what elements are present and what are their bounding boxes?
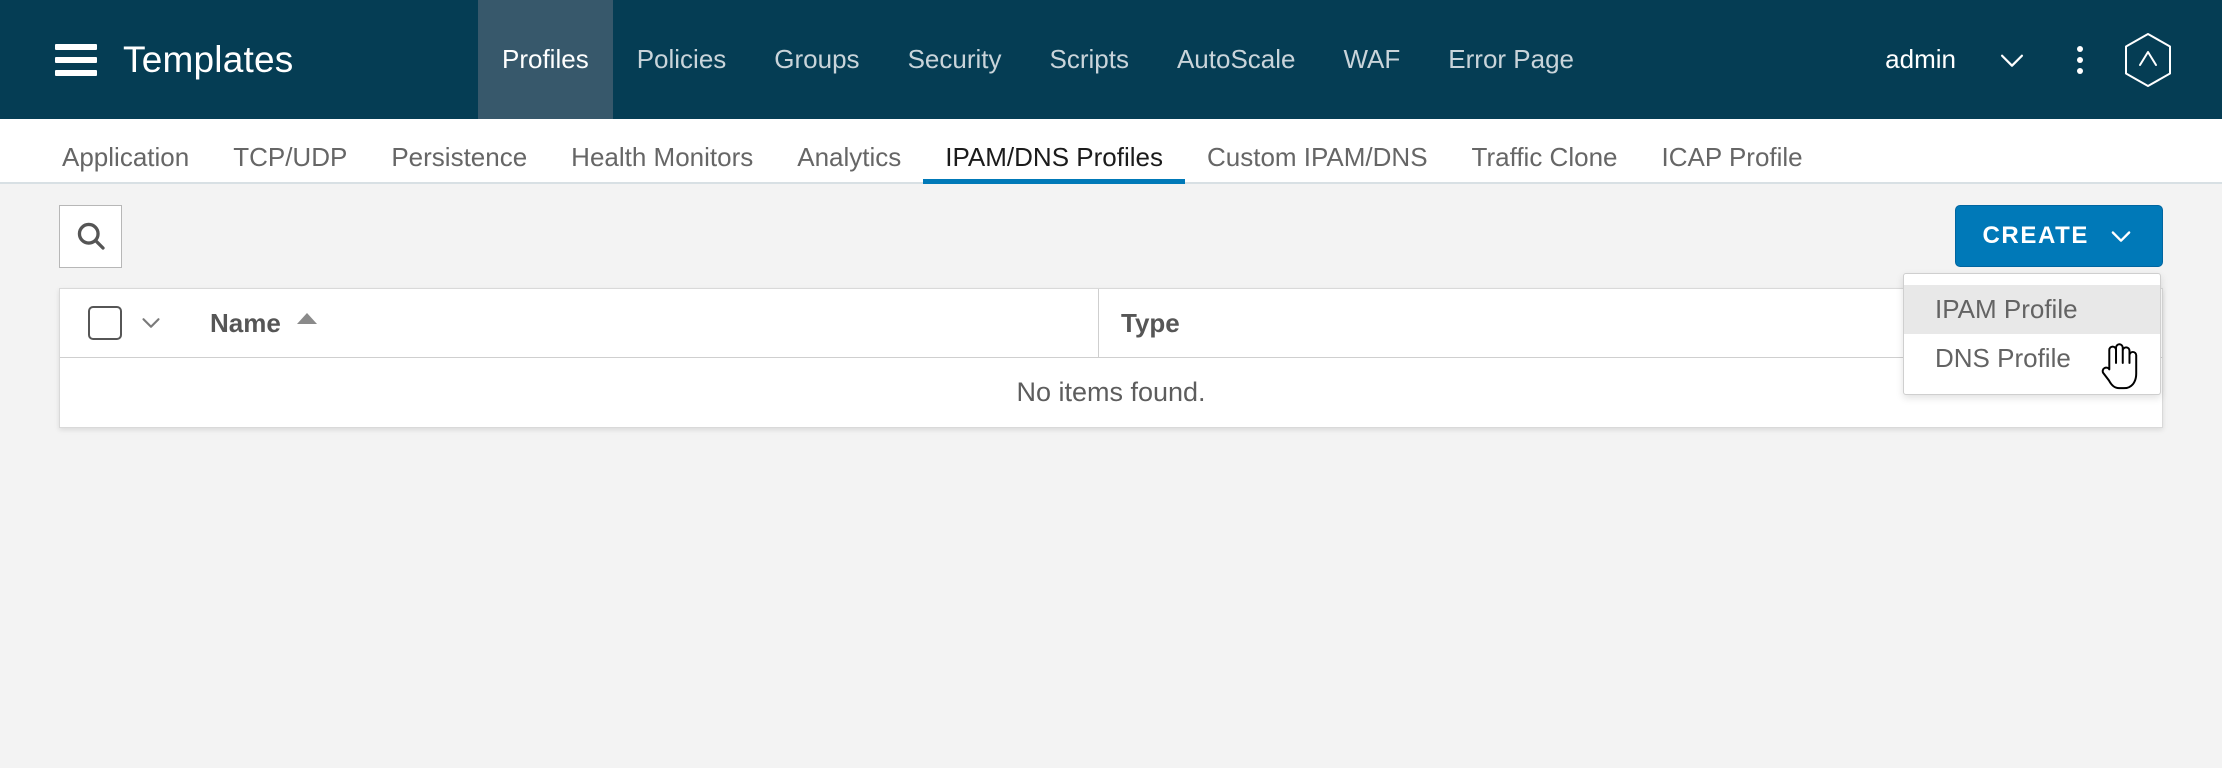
main-content: CREATE IPAM Profile DNS Profile Name Typ… — [0, 184, 2222, 768]
subtab-ipam-dns-profiles[interactable]: IPAM/DNS Profiles — [923, 142, 1185, 184]
table-toolbar: CREATE IPAM Profile DNS Profile — [59, 184, 2163, 395]
search-button[interactable] — [59, 204, 122, 268]
tab-groups[interactable]: Groups — [750, 0, 883, 119]
tab-scripts[interactable]: Scripts — [1025, 0, 1152, 119]
menu-item-ipam-profile[interactable]: IPAM Profile — [1904, 285, 2160, 334]
subtab-traffic-clone[interactable]: Traffic Clone — [1450, 144, 1640, 182]
create-button[interactable]: CREATE — [1954, 205, 2163, 267]
menu-item-label: DNS Profile — [1935, 343, 2071, 373]
tab-autoscale[interactable]: AutoScale — [1153, 0, 1320, 119]
user-controls: admin — [1863, 0, 2222, 119]
tab-security[interactable]: Security — [884, 0, 1026, 119]
dot — [2077, 45, 2083, 52]
tab-label: Profiles — [502, 44, 589, 74]
hexagon-logo-icon[interactable] — [2114, 26, 2182, 94]
top-navigation-bar: Templates Profiles Policies Groups Secur… — [0, 0, 2222, 119]
chevron-down-icon — [2111, 231, 2131, 242]
subtab-application[interactable]: Application — [40, 144, 211, 182]
hamburger-bar — [55, 43, 97, 50]
subtab-label: IPAM/DNS Profiles — [945, 142, 1163, 172]
table-body: No items found. — [60, 358, 2162, 427]
tab-label: Error Page — [1448, 44, 1575, 74]
tab-label: AutoScale — [1176, 44, 1296, 74]
subtab-persistence[interactable]: Persistence — [369, 144, 549, 182]
hamburger-icon[interactable] — [55, 43, 97, 76]
column-header-name[interactable]: Name — [190, 289, 1098, 357]
search-icon — [77, 222, 105, 250]
subtab-custom-ipam-dns[interactable]: Custom IPAM/DNS — [1185, 144, 1450, 182]
hamburger-bar — [55, 56, 97, 63]
column-header-label: Type — [1121, 307, 1180, 338]
primary-tab-list: Profiles Policies Groups Security Script… — [478, 0, 1598, 119]
subtab-label: Application — [62, 142, 190, 172]
tab-policies[interactable]: Policies — [613, 0, 751, 119]
subtab-label: Persistence — [391, 142, 528, 172]
tab-label: Groups — [774, 44, 860, 74]
subtab-label: Traffic Clone — [1471, 142, 1618, 172]
create-dropdown-menu: IPAM Profile DNS Profile — [1903, 273, 2161, 395]
tab-profiles[interactable]: Profiles — [478, 0, 613, 119]
subtab-icap-profile[interactable]: ICAP Profile — [1640, 144, 1825, 182]
tab-label: Scripts — [1049, 44, 1129, 74]
table-select-all-cell — [60, 289, 190, 357]
tab-label: WAF — [1343, 44, 1401, 74]
subtab-analytics[interactable]: Analytics — [775, 144, 923, 182]
dot — [2077, 56, 2083, 63]
subtab-label: TCP/UDP — [233, 142, 348, 172]
chevron-down-icon[interactable] — [136, 308, 166, 338]
sort-ascending-icon — [296, 312, 317, 324]
empty-state-message: No items found. — [1016, 377, 1206, 407]
hamburger-bar — [55, 69, 97, 76]
column-header-label: Name — [210, 307, 281, 338]
subtab-label: Health Monitors — [571, 142, 754, 172]
user-menu-label[interactable]: admin — [1863, 44, 1978, 75]
tab-label: Security — [907, 44, 1002, 74]
select-all-checkbox[interactable] — [88, 306, 122, 340]
menu-item-label: IPAM Profile — [1935, 294, 2078, 324]
table-header-row: Name Type — [60, 289, 2162, 358]
subtab-health-monitors[interactable]: Health Monitors — [549, 144, 775, 182]
subtab-label: Custom IPAM/DNS — [1206, 142, 1428, 172]
tab-error-page[interactable]: Error Page — [1424, 0, 1598, 119]
create-button-label: CREATE — [1982, 222, 2089, 249]
dot — [2077, 67, 2083, 74]
dots-group — [2077, 45, 2083, 74]
subtab-tcp-udp[interactable]: TCP/UDP — [211, 144, 369, 182]
profiles-table: Name Type No items found. — [59, 288, 2163, 428]
brand-area: Templates — [0, 0, 478, 119]
page-title: Templates — [123, 38, 294, 80]
create-control-group: CREATE IPAM Profile DNS Profile — [1903, 205, 2163, 395]
secondary-navigation-bar: Application TCP/UDP Persistence Health M… — [0, 119, 2222, 184]
chevron-down-icon[interactable] — [1978, 26, 2046, 94]
menu-item-dns-profile[interactable]: DNS Profile — [1904, 334, 2160, 383]
tab-waf[interactable]: WAF — [1319, 0, 1424, 119]
more-vertical-icon[interactable] — [2046, 26, 2114, 94]
tab-label: Policies — [636, 44, 727, 74]
subtab-label: ICAP Profile — [1661, 142, 1803, 172]
subtab-label: Analytics — [797, 142, 902, 172]
